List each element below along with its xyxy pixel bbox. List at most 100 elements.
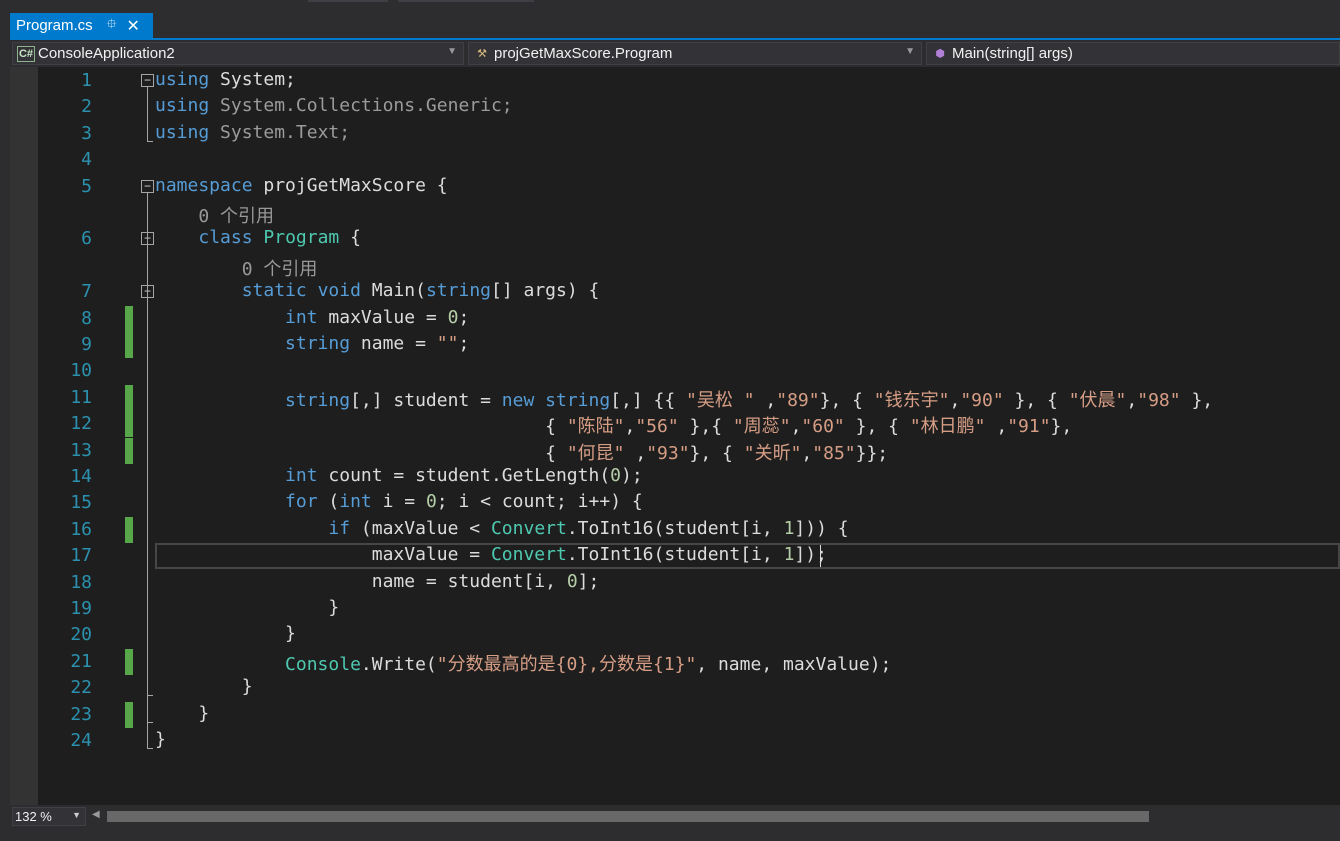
code-line[interactable]: 19 }	[10, 596, 1340, 622]
line-number: 10	[70, 360, 92, 382]
project-dropdown[interactable]: C# ConsoleApplication2 ▼	[12, 42, 464, 65]
type-dropdown[interactable]: ⚒ projGetMaxScore.Program ▼	[468, 42, 922, 65]
class-icon: ⚒	[477, 48, 487, 60]
csharp-project-icon: C#	[17, 45, 35, 62]
change-marker	[125, 516, 133, 543]
outline-guide	[147, 87, 148, 141]
editor-bottom-bar: 132 % ▼ ◀	[10, 805, 1340, 828]
code-line[interactable]: 11 string[,] student = new string[,] {{ …	[10, 384, 1340, 412]
code-text[interactable]: }	[155, 597, 339, 618]
close-icon[interactable]: ✕	[126, 16, 139, 36]
outline-guide	[147, 298, 148, 696]
code-line[interactable]: 8 int maxValue = 0;	[10, 305, 1340, 332]
outline-guide-end	[147, 140, 153, 142]
code-line[interactable]: 14 int count = student.GetLength(0);	[10, 464, 1340, 490]
code-text[interactable]: int maxValue = 0;	[155, 307, 469, 328]
zoom-label: 132 %	[15, 809, 52, 824]
code-line[interactable]: 23 }	[10, 701, 1340, 728]
method-icon: ⬢	[935, 48, 945, 60]
line-number: 7	[81, 281, 92, 303]
project-label: ConsoleApplication2	[38, 45, 175, 62]
code-text[interactable]: }	[155, 703, 209, 724]
code-line[interactable]: 22 }	[10, 675, 1340, 701]
code-text[interactable]: { "何昆" ,"93"}, { "关昕","85"}};	[155, 439, 888, 465]
code-text[interactable]: string[,] student = new string[,] {{ "吴松…	[155, 386, 1213, 412]
line-number: 17	[70, 545, 92, 567]
chevron-down-icon[interactable]: ▼	[72, 810, 81, 820]
code-line[interactable]: 5 − namespace projGetMaxScore {	[10, 174, 1340, 200]
tab-label: Program.cs	[16, 17, 93, 34]
code-line[interactable]: 24}	[10, 728, 1340, 754]
codelens-reference-count[interactable]: 0 个引用	[10, 200, 1340, 228]
line-number: 11	[70, 386, 92, 408]
toolbar-remnant	[308, 0, 388, 2]
member-dropdown[interactable]: ⬢ Main(string[] args)	[926, 42, 1340, 65]
code-text[interactable]: int count = student.GetLength(0);	[155, 465, 643, 486]
code-line[interactable]: 1 − using System;	[10, 68, 1340, 94]
code-text[interactable]: }	[155, 676, 253, 697]
tab-program-cs[interactable]: Program.cs ⯐ ✕	[10, 13, 153, 38]
code-line[interactable]: 12 { "陈陆","56" },{ "周蕊","60" }, { "林日鹏" …	[10, 411, 1340, 438]
codelens-text[interactable]: 0 个引用	[155, 202, 274, 228]
horizontal-scrollbar-thumb[interactable]	[107, 811, 1149, 822]
window-frame-left	[0, 38, 10, 828]
line-number: 16	[70, 518, 92, 540]
text-caret	[820, 545, 821, 568]
code-text[interactable]: if (maxValue < Convert.ToInt16(student[i…	[155, 518, 848, 539]
code-text[interactable]: string name = "";	[155, 333, 469, 354]
code-line[interactable]: 7− static void Main(string[] args) {	[10, 279, 1340, 305]
codelens-reference-count[interactable]: 0 个引用	[10, 253, 1340, 281]
line-number: 3	[81, 122, 92, 144]
code-line[interactable]: 3 using System.Text;	[10, 121, 1340, 147]
scroll-left-icon[interactable]: ◀	[92, 809, 100, 820]
code-text[interactable]: namespace projGetMaxScore {	[155, 175, 448, 196]
collapse-icon[interactable]: −	[141, 74, 154, 87]
code-line[interactable]: 6− class Program {	[10, 226, 1340, 252]
zoom-dropdown[interactable]: 132 % ▼	[12, 807, 86, 826]
code-text[interactable]: using System;	[155, 69, 296, 90]
chevron-down-icon[interactable]: ▼	[447, 46, 457, 57]
code-line[interactable]: 9 string name = "";	[10, 332, 1340, 358]
line-number: 5	[81, 175, 92, 197]
code-line[interactable]: 10	[10, 358, 1340, 384]
code-line[interactable]: 17 maxValue = Convert.ToInt16(student[i,…	[10, 543, 1340, 569]
code-line[interactable]: 16 if (maxValue < Convert.ToInt16(studen…	[10, 516, 1340, 543]
member-label: Main(string[] args)	[952, 45, 1073, 62]
code-text[interactable]: name = student[i, 0];	[155, 571, 600, 592]
change-marker	[125, 384, 133, 411]
code-text[interactable]: static void Main(string[] args) {	[155, 280, 600, 301]
code-line[interactable]: 15 for (int i = 0; i < count; i++) {	[10, 490, 1340, 516]
code-text[interactable]: maxValue = Convert.ToInt16(student[i, 1]…	[155, 544, 827, 565]
outline-guide-end	[147, 748, 153, 749]
type-label: projGetMaxScore.Program	[494, 45, 673, 62]
code-text[interactable]: for (int i = 0; i < count; i++) {	[155, 491, 643, 512]
line-number: 8	[81, 307, 92, 329]
code-text[interactable]: Console.Write("分数最高的是{0},分数是{1}", name, …	[155, 650, 891, 676]
outline-guide-end	[147, 695, 153, 697]
pin-icon[interactable]: ⯐	[107, 15, 117, 37]
outline-guide-end	[147, 721, 153, 723]
code-text[interactable]: { "陈陆","56" },{ "周蕊","60" }, { "林日鹏" ,"9…	[155, 412, 1072, 438]
code-text[interactable]: }	[155, 729, 166, 750]
line-number: 1	[81, 70, 92, 91]
line-number: 9	[81, 334, 92, 355]
chevron-down-icon[interactable]: ▼	[905, 46, 915, 57]
line-number: 13	[70, 439, 92, 461]
code-line[interactable]: 18 name = student[i, 0];	[10, 570, 1340, 596]
code-line[interactable]: 4	[10, 147, 1340, 173]
code-text[interactable]: class Program {	[155, 227, 361, 248]
change-marker	[125, 701, 133, 728]
code-text[interactable]: }	[155, 623, 296, 644]
code-line[interactable]: 2 using System.Collections.Generic;	[10, 94, 1340, 120]
code-editor[interactable]: 1− using System; 2 using System.Collections…	[10, 67, 1340, 805]
codelens-text[interactable]: 0 个引用	[155, 255, 318, 281]
change-marker	[125, 411, 133, 438]
code-line[interactable]: 13 { "何昆" ,"93"}, { "关昕","85"}};	[10, 437, 1340, 465]
code-line[interactable]: 21 Console.Write("分数最高的是{0},分数是{1}", nam…	[10, 648, 1340, 676]
collapse-icon[interactable]: −	[141, 179, 154, 193]
code-text[interactable]: using System.Collections.Generic;	[155, 95, 513, 116]
code-text[interactable]: using System.Text;	[155, 122, 350, 143]
change-marker	[125, 332, 133, 358]
line-number: 4	[81, 149, 92, 171]
code-line[interactable]: 20 }	[10, 622, 1340, 648]
